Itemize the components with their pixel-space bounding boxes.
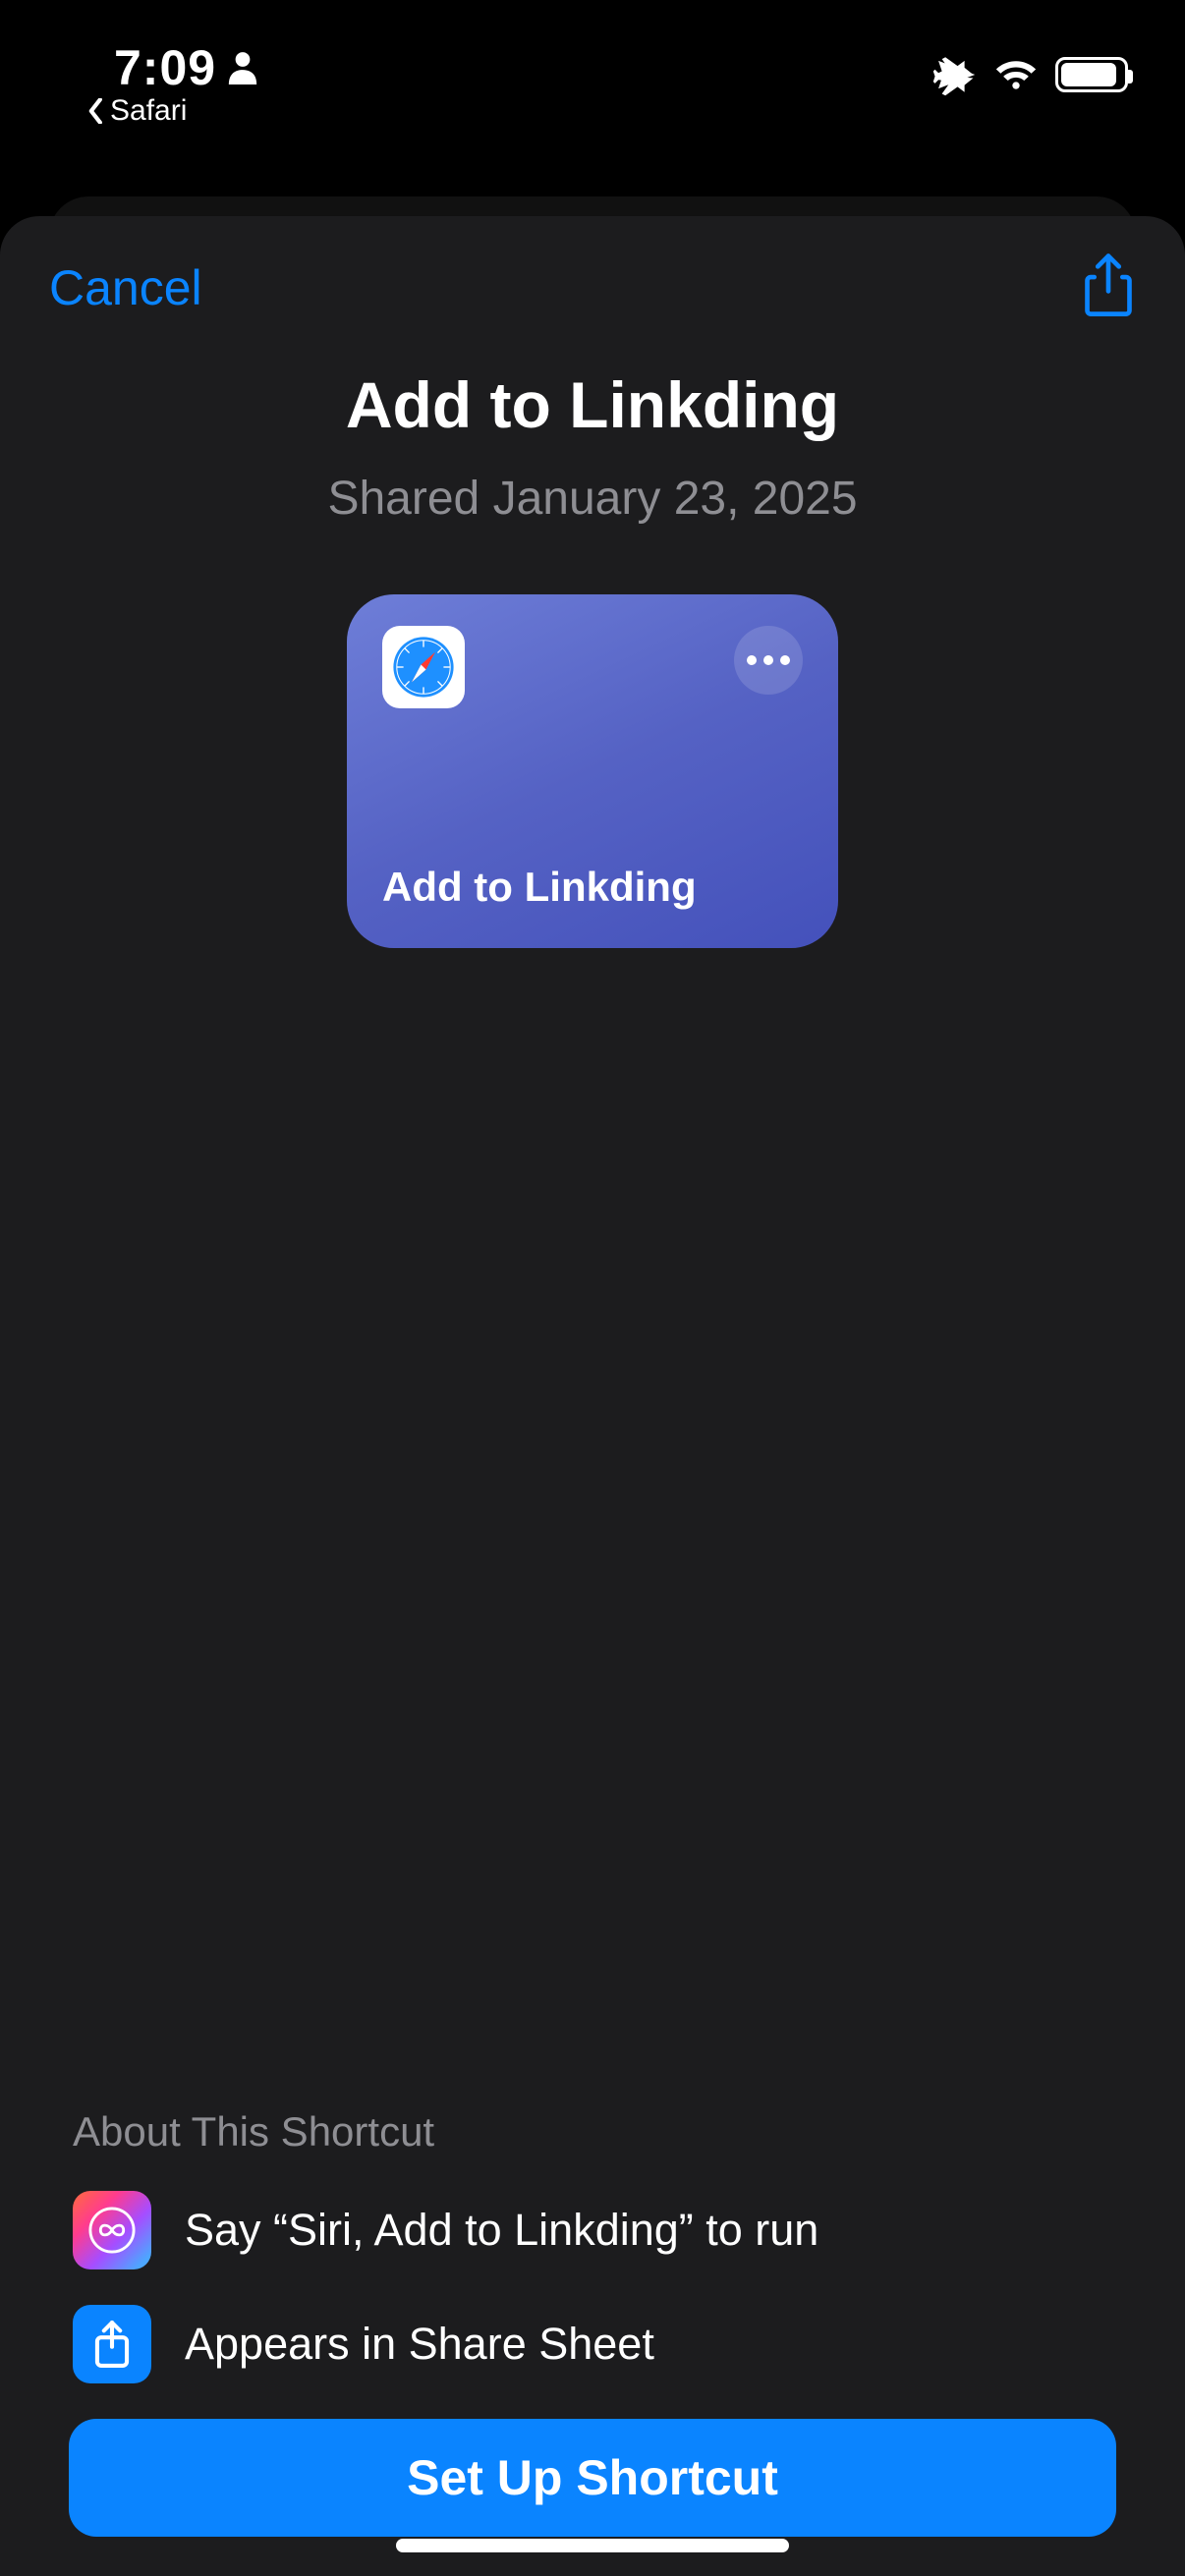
safari-compass-icon <box>390 634 457 700</box>
status-left: 7:09 Safari <box>47 39 259 128</box>
back-app-label: Safari <box>110 94 187 128</box>
battery-fill <box>1061 63 1116 86</box>
about-section: About This Shortcut Say “Siri, Add to Li… <box>49 2108 1136 2576</box>
home-indicator[interactable] <box>396 2539 789 2552</box>
sheet-subtitle: Shared January 23, 2025 <box>49 472 1136 526</box>
share-sheet-glyph-icon <box>90 2319 134 2370</box>
back-to-app[interactable]: Safari <box>86 94 259 128</box>
share-button[interactable] <box>1081 252 1136 324</box>
about-siri-text: Say “Siri, Add to Linkding” to run <box>185 2205 818 2256</box>
siri-infinity-icon <box>86 2205 138 2256</box>
about-siri-row: Say “Siri, Add to Linkding” to run <box>73 2191 1136 2269</box>
tile-more-button[interactable] <box>734 626 803 695</box>
sheet-title: Add to Linkding <box>49 367 1136 442</box>
ellipsis-icon <box>747 655 790 665</box>
about-sharesheet-text: Appears in Share Sheet <box>185 2319 654 2370</box>
status-time-row: 7:09 <box>114 39 259 96</box>
share-icon <box>1081 252 1136 319</box>
wifi-icon <box>994 58 1038 91</box>
cancel-button[interactable]: Cancel <box>49 259 202 316</box>
about-heading: About This Shortcut <box>73 2108 1136 2156</box>
status-right <box>931 39 1138 96</box>
tile-label: Add to Linkding <box>382 864 803 921</box>
safari-app-icon <box>382 626 465 708</box>
add-shortcut-sheet: Cancel Add to Linkding Shared January 23… <box>0 216 1185 2576</box>
tile-top-row <box>382 622 803 708</box>
battery-icon <box>1055 57 1128 92</box>
sharesheet-icon <box>73 2305 151 2383</box>
person-icon <box>226 49 259 86</box>
status-time: 7:09 <box>114 39 216 96</box>
about-sharesheet-row: Appears in Share Sheet <box>73 2305 1136 2383</box>
sheet-header: Cancel <box>49 253 1136 322</box>
status-bar: 7:09 Safari <box>0 0 1185 138</box>
shortcut-preview-area: Add to Linkding <box>49 594 1136 948</box>
siri-icon <box>73 2191 151 2269</box>
setup-shortcut-button[interactable]: Set Up Shortcut <box>69 2419 1116 2537</box>
back-chevron-icon <box>86 98 106 124</box>
shortcut-tile[interactable]: Add to Linkding <box>347 594 838 948</box>
airplane-mode-icon <box>931 53 977 96</box>
